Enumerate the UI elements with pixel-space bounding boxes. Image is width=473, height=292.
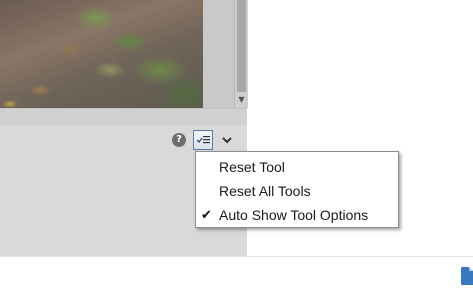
chevron-down-icon[interactable]	[220, 133, 234, 147]
menu-item-label: Auto Show Tool Options	[219, 207, 369, 223]
menu-item-reset-tool[interactable]: Reset Tool	[197, 155, 397, 179]
tool-options-icon	[196, 136, 210, 144]
bottom-status-bar	[0, 256, 473, 292]
photo-canvas[interactable]	[0, 0, 203, 108]
scrollbar-thumb[interactable]	[237, 0, 246, 92]
menu-item-reset-all-tools[interactable]: Reset All Tools	[197, 179, 397, 203]
horizontal-scrollbar[interactable]	[0, 108, 247, 125]
menu-item-label: Reset All Tools	[219, 183, 311, 199]
menu-item-label: Reset Tool	[219, 159, 285, 175]
check-icon: ✔	[201, 207, 212, 222]
canvas-area: ▼	[0, 0, 248, 125]
help-icon[interactable]: ?	[172, 133, 186, 147]
document-icon[interactable]	[461, 267, 473, 285]
tool-options-context-menu: Reset Tool Reset All Tools ✔ Auto Show T…	[195, 151, 399, 228]
tool-options-button[interactable]	[193, 130, 213, 150]
vertical-scrollbar[interactable]: ▼	[234, 0, 248, 108]
menu-item-auto-show-tool-options[interactable]: ✔ Auto Show Tool Options	[197, 203, 397, 227]
scroll-down-arrow-icon[interactable]: ▼	[235, 95, 248, 105]
